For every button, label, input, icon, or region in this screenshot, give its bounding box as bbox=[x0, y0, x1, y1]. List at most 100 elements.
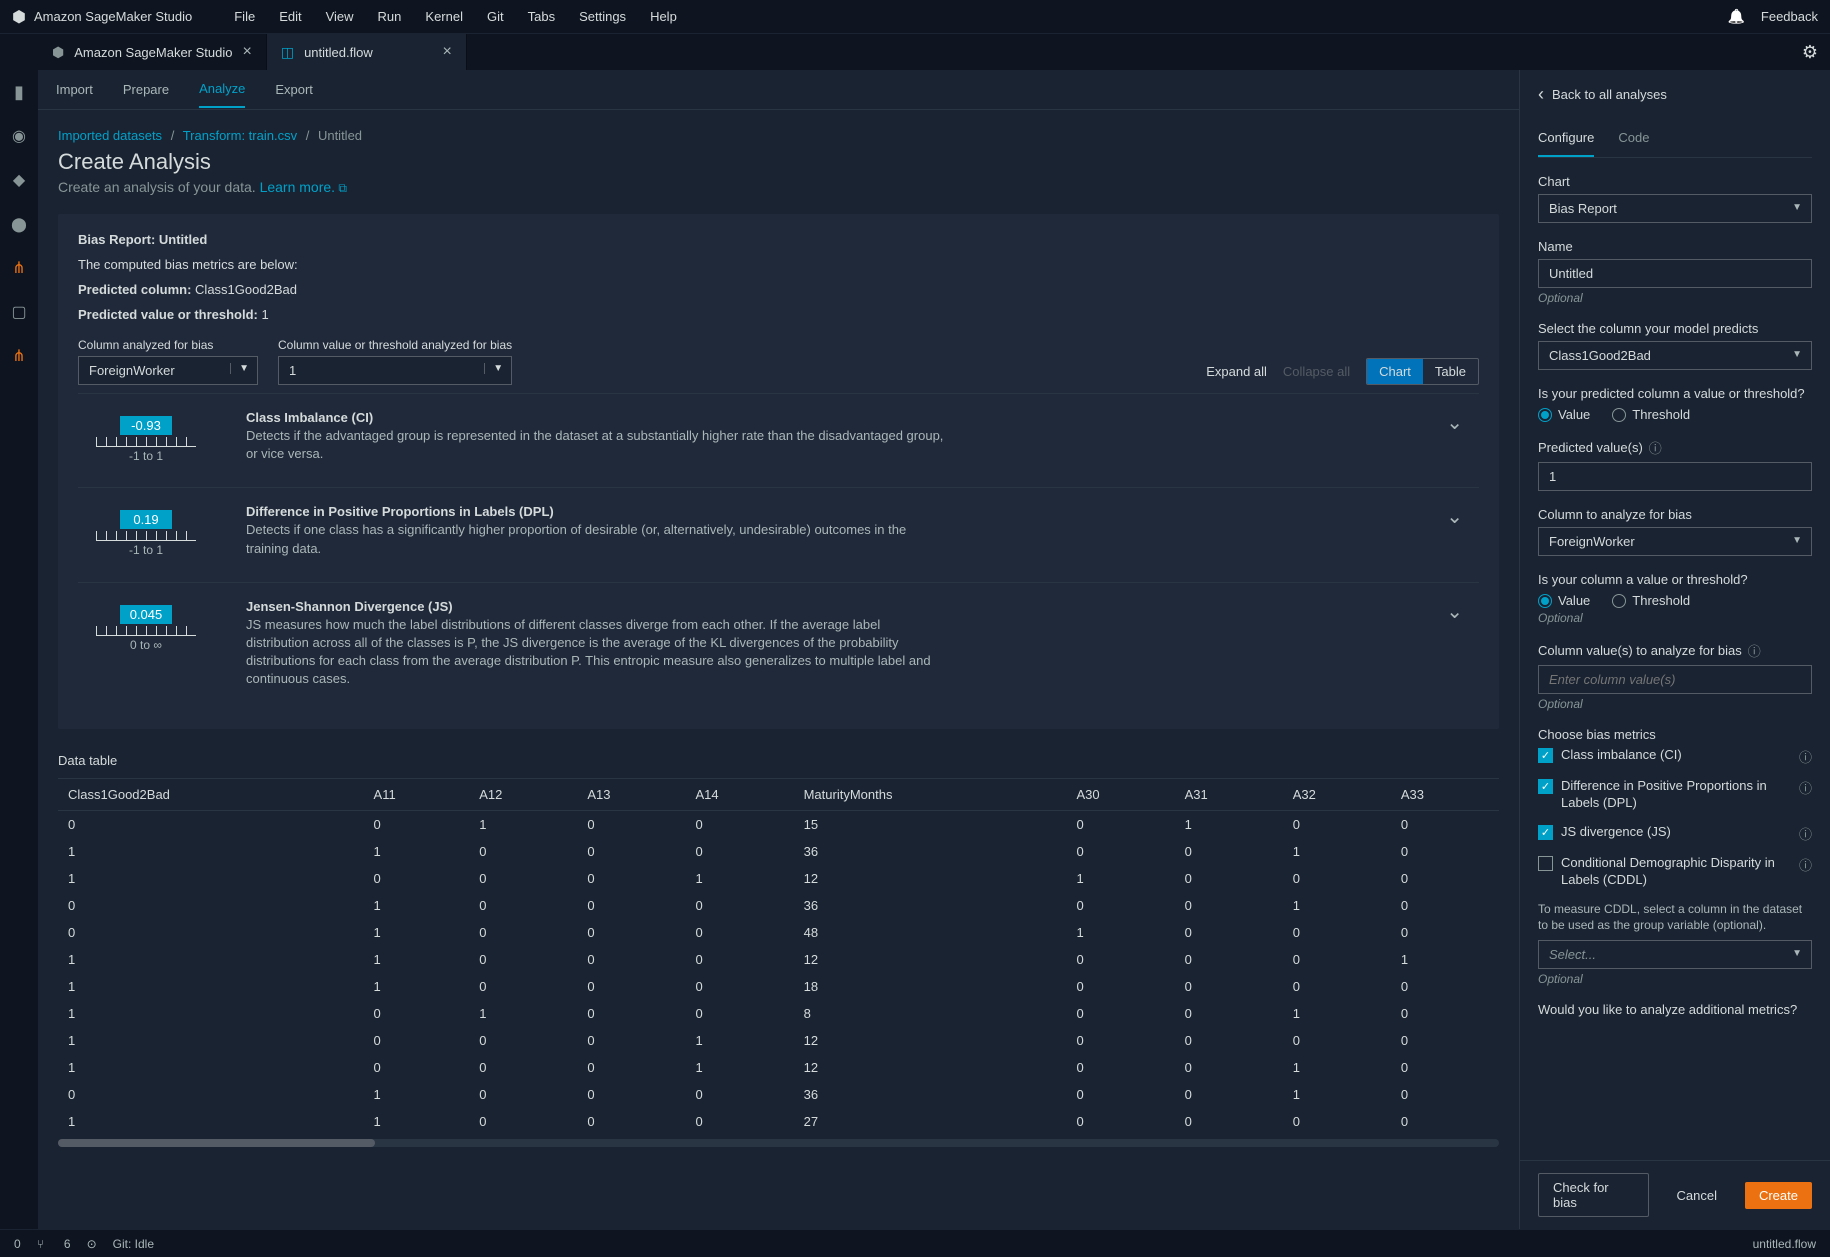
editor-tabs: Amazon SageMaker Studio×untitled.flow× bbox=[0, 34, 1830, 70]
bias-col-type-question: Is your column a value or threshold? bbox=[1538, 572, 1812, 587]
git-icon[interactable] bbox=[9, 170, 29, 190]
bias-col-values-input[interactable] bbox=[1538, 665, 1812, 694]
flow-icon bbox=[281, 44, 294, 61]
components-icon[interactable] bbox=[9, 302, 29, 322]
breadcrumb-transform[interactable]: Transform: train.csv bbox=[183, 128, 297, 143]
chevron-down-icon[interactable] bbox=[1446, 410, 1463, 435]
table-row: 10001120000 bbox=[58, 1027, 1499, 1054]
panel-tab-configure[interactable]: Configure bbox=[1538, 120, 1594, 157]
activity-bar bbox=[0, 70, 38, 1229]
menu-tabs[interactable]: Tabs bbox=[516, 9, 567, 24]
endpoints-icon[interactable] bbox=[9, 346, 29, 366]
panel-tab-code[interactable]: Code bbox=[1618, 120, 1649, 157]
collapse-all[interactable]: Collapse all bbox=[1283, 364, 1350, 379]
table-header: A32 bbox=[1283, 779, 1391, 811]
data-table: Class1Good2BadA11A12A13A14MaturityMonths… bbox=[58, 778, 1499, 1147]
tab-0[interactable]: Amazon SageMaker Studio× bbox=[38, 34, 267, 70]
pipeline-icon[interactable] bbox=[9, 258, 29, 278]
col-value-select[interactable]: 1 bbox=[278, 356, 512, 385]
menu-help[interactable]: Help bbox=[638, 9, 689, 24]
view-chart-button[interactable]: Chart bbox=[1367, 359, 1423, 384]
commands-icon[interactable] bbox=[9, 214, 29, 234]
bell-icon[interactable] bbox=[1727, 8, 1744, 25]
name-label: Name bbox=[1538, 239, 1812, 254]
predict-threshold-radio[interactable]: Threshold bbox=[1612, 407, 1690, 422]
cddl-note: To measure CDDL, select a column in the … bbox=[1538, 901, 1812, 935]
metric-checkbox[interactable]: Difference in Positive Proportions in La… bbox=[1538, 778, 1812, 812]
cddl-select[interactable]: Select... bbox=[1538, 940, 1812, 969]
close-icon[interactable]: × bbox=[443, 43, 452, 61]
name-input[interactable] bbox=[1538, 259, 1812, 288]
disk-icon[interactable] bbox=[87, 1237, 97, 1251]
expand-all[interactable]: Expand all bbox=[1206, 364, 1267, 379]
table-header: A30 bbox=[1066, 779, 1174, 811]
gauge-value: 0.19 bbox=[120, 510, 172, 529]
subtab-import[interactable]: Import bbox=[56, 72, 93, 107]
branch-icon[interactable] bbox=[37, 1237, 48, 1251]
breadcrumb-datasets[interactable]: Imported datasets bbox=[58, 128, 162, 143]
create-button[interactable]: Create bbox=[1745, 1182, 1812, 1209]
bias-col-values-label: Column value(s) to analyze for bias bbox=[1538, 643, 1742, 658]
table-header: MaturityMonths bbox=[794, 779, 1067, 811]
checkbox[interactable] bbox=[1538, 856, 1553, 871]
metric-checkbox[interactable]: Class imbalance (CI) bbox=[1538, 747, 1812, 766]
feedback-link[interactable]: Feedback bbox=[1761, 9, 1818, 24]
folder-icon[interactable] bbox=[9, 82, 29, 102]
bias-threshold-radio[interactable]: Threshold bbox=[1612, 593, 1690, 608]
metric-row: -0.93 -1 to 1 Class Imbalance (CI) Detec… bbox=[78, 393, 1479, 479]
predicted-values-input[interactable] bbox=[1538, 462, 1812, 491]
chart-type-label: Chart bbox=[1538, 174, 1812, 189]
menu-edit[interactable]: Edit bbox=[267, 9, 313, 24]
predict-col-select[interactable]: Class1Good2Bad bbox=[1538, 341, 1812, 370]
back-to-analyses[interactable]: Back to all analyses bbox=[1520, 70, 1830, 120]
subtab-export[interactable]: Export bbox=[275, 72, 313, 107]
chevron-down-icon[interactable] bbox=[1446, 599, 1463, 624]
bias-col-select[interactable]: ForeignWorker bbox=[1538, 527, 1812, 556]
col-analyzed-select[interactable]: ForeignWorker bbox=[78, 356, 258, 385]
metric-checkbox[interactable]: Conditional Demographic Disparity in Lab… bbox=[1538, 855, 1812, 889]
metric-title: Jensen-Shannon Divergence (JS) bbox=[246, 599, 946, 614]
view-table-button[interactable]: Table bbox=[1423, 359, 1478, 384]
menu-view[interactable]: View bbox=[314, 9, 366, 24]
menu-settings[interactable]: Settings bbox=[567, 9, 638, 24]
page-subtitle: Create an analysis of your data. Learn m… bbox=[58, 179, 1499, 196]
bias-value-radio[interactable]: Value bbox=[1538, 593, 1590, 608]
menu-git[interactable]: Git bbox=[475, 9, 516, 24]
cancel-button[interactable]: Cancel bbox=[1663, 1182, 1731, 1209]
info-icon[interactable] bbox=[1799, 747, 1812, 766]
predict-value-radio[interactable]: Value bbox=[1538, 407, 1590, 422]
menu-run[interactable]: Run bbox=[366, 9, 414, 24]
flow-sub-tabs: Import Prepare Analyze Export bbox=[38, 70, 1519, 110]
horizontal-scrollbar[interactable] bbox=[58, 1139, 1499, 1147]
subtab-prepare[interactable]: Prepare bbox=[123, 72, 169, 107]
name-hint: Optional bbox=[1538, 291, 1812, 305]
table-row: 10001121000 bbox=[58, 865, 1499, 892]
checkbox[interactable] bbox=[1538, 825, 1553, 840]
info-icon[interactable] bbox=[1799, 855, 1812, 874]
info-icon[interactable] bbox=[1748, 641, 1761, 660]
checkbox[interactable] bbox=[1538, 748, 1553, 763]
bias-report-card: Bias Report: Untitled The computed bias … bbox=[58, 214, 1499, 729]
running-icon[interactable] bbox=[9, 126, 29, 146]
menu-file[interactable]: File bbox=[222, 9, 267, 24]
status-count: 6 bbox=[64, 1237, 71, 1251]
check-for-bias-button[interactable]: Check for bias bbox=[1538, 1173, 1649, 1217]
menu-kernel[interactable]: Kernel bbox=[413, 9, 475, 24]
subtab-analyze[interactable]: Analyze bbox=[199, 71, 245, 108]
learn-more-link[interactable]: Learn more. bbox=[260, 179, 347, 195]
metric-desc: JS measures how much the label distribut… bbox=[246, 616, 946, 689]
metric-checkbox[interactable]: JS divergence (JS) bbox=[1538, 824, 1812, 843]
info-icon[interactable] bbox=[1799, 824, 1812, 843]
close-icon[interactable]: × bbox=[243, 43, 252, 61]
info-icon[interactable] bbox=[1649, 438, 1662, 457]
checkbox[interactable] bbox=[1538, 779, 1553, 794]
gear-icon[interactable] bbox=[1802, 42, 1818, 63]
chart-type-select[interactable]: Bias Report bbox=[1538, 194, 1812, 223]
predict-type-question: Is your predicted column a value or thre… bbox=[1538, 386, 1812, 401]
info-icon[interactable] bbox=[1799, 778, 1812, 797]
status-zero: 0 bbox=[14, 1237, 21, 1251]
chevron-down-icon[interactable] bbox=[1446, 504, 1463, 529]
metric-row: 0.19 -1 to 1 Difference in Positive Prop… bbox=[78, 487, 1479, 573]
tab-1[interactable]: untitled.flow× bbox=[267, 34, 467, 70]
status-bar: 0 6 Git: Idle untitled.flow bbox=[0, 1229, 1830, 1257]
